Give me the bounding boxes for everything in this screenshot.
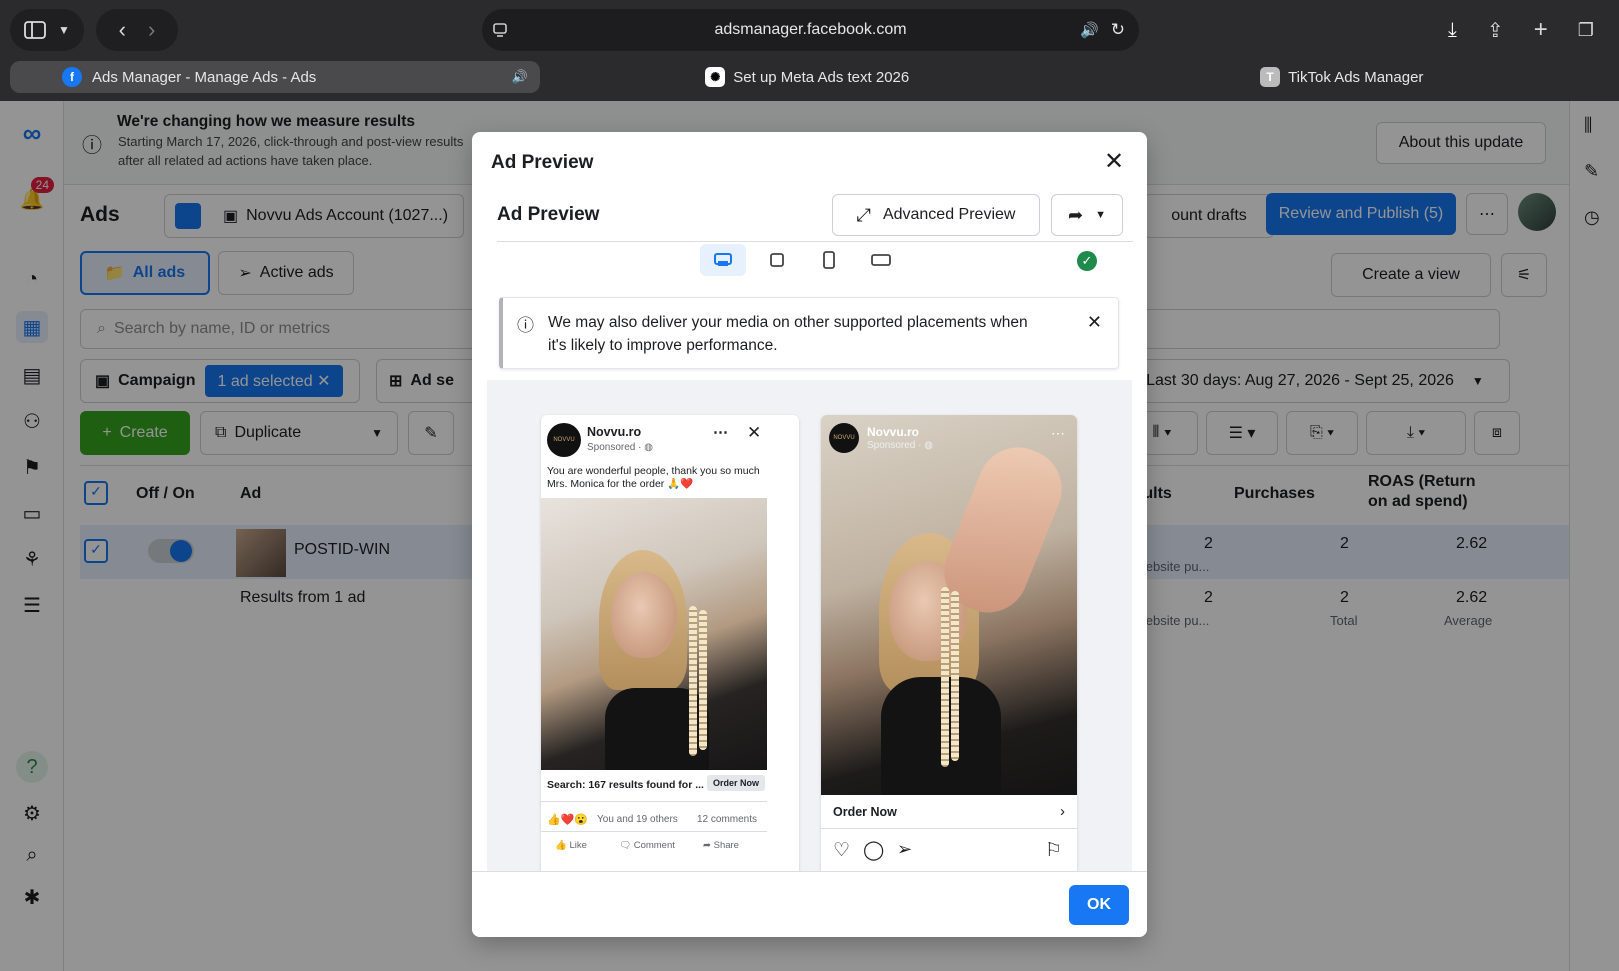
comment-button[interactable]: 🗨 Comment (619, 840, 675, 851)
close-icon[interactable]: ✕ (1087, 312, 1102, 333)
more-icon[interactable]: ⋯ (1051, 425, 1065, 442)
placement-vertical-icon[interactable] (806, 244, 852, 276)
sidebar-icon (24, 21, 46, 39)
ad-preview-modal: Ad Preview ✕ Ad Preview ⤢ Advanced Previ… (472, 132, 1147, 937)
comment-icon[interactable]: ◯ (863, 839, 884, 862)
modal-footer: OK (472, 871, 1147, 937)
advanced-preview-button[interactable]: ⤢ Advanced Preview (832, 194, 1040, 236)
story-avatar: NOVVU (829, 423, 859, 453)
like-button[interactable]: 👍 Like (555, 840, 587, 851)
tiktok-icon: T (1260, 67, 1281, 87)
page-name: Novvu.ro (587, 425, 642, 439)
globe-icon: ◍ (644, 442, 653, 453)
comments-count: 12 comments (697, 814, 758, 825)
page-settings-icon[interactable] (492, 22, 508, 38)
downloads-icon[interactable]: ⤓ (1448, 19, 1457, 42)
share-button[interactable]: ➦ Share (703, 840, 739, 851)
placement-square-icon[interactable] (754, 244, 800, 276)
tab-label: Set up Meta Ads text 2026 (733, 68, 910, 86)
search-result-text: Search: 167 results found for ... (547, 779, 704, 791)
tab-tiktok-ads[interactable]: T TikTok Ads Manager (1075, 61, 1610, 93)
heart-icon[interactable]: ♡ (833, 839, 850, 862)
expand-icon: ⤢ (856, 204, 871, 225)
bookmark-icon[interactable]: ⚐ (1045, 839, 1062, 862)
globe-icon: ◍ (924, 440, 933, 451)
reactions-icon: 👍❤️😮 (547, 814, 589, 826)
modal-title: Ad Preview (491, 152, 594, 173)
story-cta-bar[interactable]: Order Now › (821, 795, 1077, 829)
placement-landscape-icon[interactable] (858, 244, 904, 276)
order-now-button[interactable]: Order Now (707, 775, 766, 791)
audio-icon[interactable]: 🔊 (1080, 21, 1099, 39)
check-circle-icon: ✓ (1077, 251, 1097, 271)
share-preview-button[interactable]: ➦ ▼ (1051, 194, 1123, 236)
sponsored-label: Sponsored · ◍ (587, 442, 653, 453)
advanced-preview-label: Advanced Preview (882, 206, 1016, 223)
like-icon: 👍 (555, 840, 570, 851)
share-icon: ➦ (703, 840, 714, 851)
back-icon[interactable]: ‹ (119, 17, 126, 43)
chevron-right-icon: › (1060, 803, 1065, 820)
share-arrow-icon: ➦ (1068, 204, 1084, 225)
send-icon[interactable]: ➢ (897, 839, 912, 860)
history-nav: ‹ › (96, 9, 178, 51)
tab-label: Ads Manager - Manage Ads - Ads (92, 68, 317, 86)
close-icon[interactable]: ✕ (1099, 146, 1129, 176)
forward-icon[interactable]: › (148, 17, 155, 43)
new-tab-icon[interactable]: + (1534, 16, 1548, 44)
reload-icon[interactable]: ↻ (1111, 20, 1125, 40)
header-divider (497, 241, 1133, 242)
more-icon[interactable]: ⋯ (713, 423, 728, 441)
info-icon: ⓘ (517, 316, 534, 335)
browser-actions: ⤓ ⇪ + ❐ (1433, 9, 1609, 51)
story-preview: NOVVU Novvu.ro Sponsored · ◍ ⋯ Order Now… (821, 415, 1077, 880)
placement-notice: ⓘ We may also deliver your media on othe… (499, 297, 1119, 369)
preview-canvas: NOVVU Novvu.ro Sponsored · ◍ ⋯ ✕ You are… (487, 380, 1132, 880)
placement-feed-icon[interactable] (700, 244, 746, 276)
page-avatar: NOVVU (547, 423, 581, 457)
ad-caption: You are wonderful people, thank you so m… (547, 465, 760, 490)
tab-bar: f Ads Manager - Manage Ads - Ads 🔊 ✺ Set… (10, 61, 1609, 93)
story-page-name: Novvu.ro (867, 425, 920, 439)
story-image (821, 415, 1077, 795)
share-icon[interactable]: ⇪ (1487, 18, 1504, 43)
reactions-count: You and 19 others (597, 814, 678, 825)
tab-audio-icon[interactable]: 🔊 (512, 69, 528, 85)
tab-overview-icon[interactable]: ❐ (1578, 20, 1594, 41)
tab-meta-ads-text[interactable]: ✺ Set up Meta Ads text 2026 (540, 61, 1075, 93)
story-cta: Order Now (833, 805, 897, 819)
facebook-icon: f (62, 67, 82, 87)
chevron-down-icon: ▼ (1095, 209, 1106, 221)
ok-button[interactable]: OK (1069, 885, 1129, 925)
comment-icon: 🗨 (619, 840, 634, 851)
ad-image (541, 498, 767, 770)
close-icon[interactable]: ✕ (747, 423, 761, 443)
story-sponsored: Sponsored · ◍ (867, 440, 933, 451)
browser-chrome: ▼ ‹ › adsmanager.facebook.com 🔊 ↻ ⤓ ⇪ + … (0, 0, 1619, 101)
notice-text: We may also deliver your media on other … (548, 314, 1028, 354)
address-bar[interactable]: adsmanager.facebook.com 🔊 ↻ (482, 9, 1139, 51)
url-text: adsmanager.facebook.com (714, 21, 907, 38)
preview-subtitle: Ad Preview (497, 204, 600, 225)
chevron-down-icon: ▼ (58, 23, 70, 37)
tab-ads-manager[interactable]: f Ads Manager - Manage Ads - Ads 🔊 (10, 61, 540, 93)
tab-label: TikTok Ads Manager (1288, 68, 1424, 86)
feed-preview: NOVVU Novvu.ro Sponsored · ◍ ⋯ ✕ You are… (541, 415, 799, 880)
chatgpt-icon: ✺ (705, 67, 726, 87)
sidebar-toggle-button[interactable]: ▼ (10, 9, 84, 51)
